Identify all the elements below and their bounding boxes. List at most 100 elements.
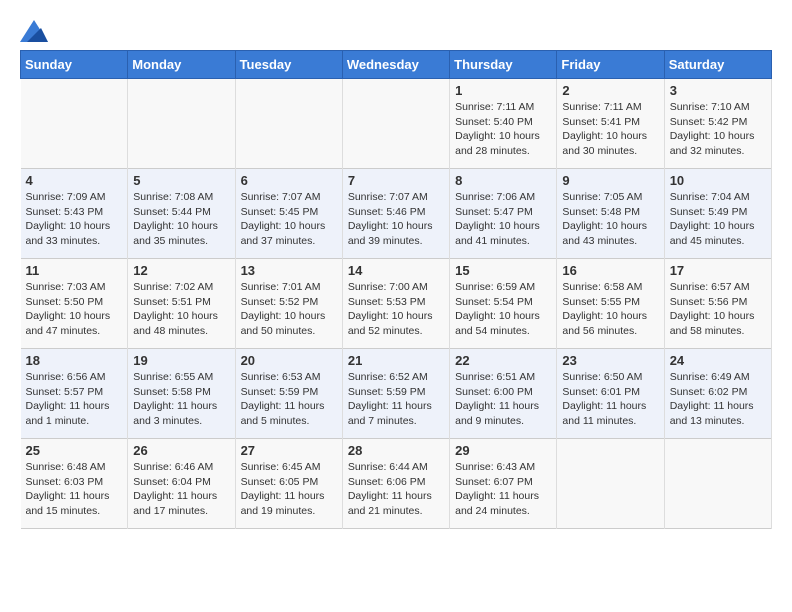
day-number: 18 <box>26 353 123 368</box>
day-info: Sunrise: 6:50 AM Sunset: 6:01 PM Dayligh… <box>562 370 658 429</box>
calendar-cell: 14 Sunrise: 7:00 AM Sunset: 5:53 PM Dayli… <box>342 259 449 349</box>
calendar-cell: 24 Sunrise: 6:49 AM Sunset: 6:02 PM Dayli… <box>664 349 771 439</box>
day-number: 5 <box>133 173 229 188</box>
day-number: 16 <box>562 263 658 278</box>
calendar-cell: 5 Sunrise: 7:08 AM Sunset: 5:44 PM Daylig… <box>128 169 235 259</box>
day-number: 4 <box>26 173 123 188</box>
day-number: 11 <box>26 263 123 278</box>
calendar-cell <box>128 79 235 169</box>
week-row-2: 4 Sunrise: 7:09 AM Sunset: 5:43 PM Daylig… <box>21 169 772 259</box>
calendar-cell: 21Sunrise: 6:52 AM Sunset: 5:59 PM Dayli… <box>342 349 449 439</box>
calendar-cell: 26 Sunrise: 6:46 AM Sunset: 6:04 PM Dayli… <box>128 439 235 529</box>
day-number: 7 <box>348 173 444 188</box>
calendar-table: SundayMondayTuesdayWednesdayThursdayFrid… <box>20 50 772 529</box>
calendar-cell: 10 Sunrise: 7:04 AM Sunset: 5:49 PM Dayli… <box>664 169 771 259</box>
day-info: Sunrise: 7:11 AM Sunset: 5:41 PM Dayligh… <box>562 100 658 159</box>
calendar-cell: 6 Sunrise: 7:07 AM Sunset: 5:45 PM Daylig… <box>235 169 342 259</box>
day-info: Sunrise: 7:10 AM Sunset: 5:42 PM Dayligh… <box>670 100 766 159</box>
header-monday: Monday <box>128 51 235 79</box>
calendar-cell <box>342 79 449 169</box>
calendar-header-row: SundayMondayTuesdayWednesdayThursdayFrid… <box>21 51 772 79</box>
week-row-5: 25 Sunrise: 6:48 AM Sunset: 6:03 PM Dayli… <box>21 439 772 529</box>
day-number: 10 <box>670 173 766 188</box>
calendar-cell: 9Sunrise: 7:05 AM Sunset: 5:48 PM Daylig… <box>557 169 664 259</box>
calendar-cell: 13 Sunrise: 7:01 AM Sunset: 5:52 PM Dayli… <box>235 259 342 349</box>
calendar-cell: 2 Sunrise: 7:11 AM Sunset: 5:41 PM Daylig… <box>557 79 664 169</box>
calendar-cell: 12 Sunrise: 7:02 AM Sunset: 5:51 PM Dayli… <box>128 259 235 349</box>
day-number: 25 <box>26 443 123 458</box>
logo <box>20 20 52 42</box>
week-row-4: 18 Sunrise: 6:56 AM Sunset: 5:57 PM Dayli… <box>21 349 772 439</box>
calendar-cell: 15 Sunrise: 6:59 AM Sunset: 5:54 PM Dayli… <box>450 259 557 349</box>
day-number: 13 <box>241 263 337 278</box>
day-info: Sunrise: 7:06 AM Sunset: 5:47 PM Dayligh… <box>455 190 551 249</box>
calendar-cell: 11 Sunrise: 7:03 AM Sunset: 5:50 PM Dayli… <box>21 259 128 349</box>
calendar-cell: 18 Sunrise: 6:56 AM Sunset: 5:57 PM Dayli… <box>21 349 128 439</box>
day-info: Sunrise: 7:07 AM Sunset: 5:46 PM Dayligh… <box>348 190 444 249</box>
day-info: Sunrise: 6:46 AM Sunset: 6:04 PM Dayligh… <box>133 460 229 519</box>
calendar-cell: 25 Sunrise: 6:48 AM Sunset: 6:03 PM Dayli… <box>21 439 128 529</box>
calendar-cell <box>21 79 128 169</box>
day-info: Sunrise: 7:08 AM Sunset: 5:44 PM Dayligh… <box>133 190 229 249</box>
day-info: Sunrise: 6:58 AM Sunset: 5:55 PM Dayligh… <box>562 280 658 339</box>
day-info: Sunrise: 6:59 AM Sunset: 5:54 PM Dayligh… <box>455 280 551 339</box>
calendar-cell <box>557 439 664 529</box>
day-info: Sunrise: 7:00 AM Sunset: 5:53 PM Dayligh… <box>348 280 444 339</box>
day-info: Sunrise: 6:43 AM Sunset: 6:07 PM Dayligh… <box>455 460 551 519</box>
day-number: 22 <box>455 353 551 368</box>
day-number: 29 <box>455 443 551 458</box>
calendar-cell: 1 Sunrise: 7:11 AM Sunset: 5:40 PM Daylig… <box>450 79 557 169</box>
week-row-3: 11 Sunrise: 7:03 AM Sunset: 5:50 PM Dayli… <box>21 259 772 349</box>
day-number: 6 <box>241 173 337 188</box>
day-info: Sunrise: 7:11 AM Sunset: 5:40 PM Dayligh… <box>455 100 551 159</box>
header <box>20 20 772 42</box>
day-number: 23 <box>562 353 658 368</box>
day-number: 28 <box>348 443 444 458</box>
calendar-cell: 20Sunrise: 6:53 AM Sunset: 5:59 PM Dayli… <box>235 349 342 439</box>
day-number: 19 <box>133 353 229 368</box>
calendar-cell: 27 Sunrise: 6:45 AM Sunset: 6:05 PM Dayli… <box>235 439 342 529</box>
logo-icon <box>20 20 48 42</box>
week-row-1: 1 Sunrise: 7:11 AM Sunset: 5:40 PM Daylig… <box>21 79 772 169</box>
day-info: Sunrise: 7:03 AM Sunset: 5:50 PM Dayligh… <box>26 280 123 339</box>
day-info: Sunrise: 7:01 AM Sunset: 5:52 PM Dayligh… <box>241 280 337 339</box>
day-info: Sunrise: 6:45 AM Sunset: 6:05 PM Dayligh… <box>241 460 337 519</box>
day-number: 3 <box>670 83 766 98</box>
calendar-cell <box>664 439 771 529</box>
header-saturday: Saturday <box>664 51 771 79</box>
day-number: 27 <box>241 443 337 458</box>
day-number: 15 <box>455 263 551 278</box>
calendar-cell: 19Sunrise: 6:55 AM Sunset: 5:58 PM Dayli… <box>128 349 235 439</box>
day-info: Sunrise: 7:02 AM Sunset: 5:51 PM Dayligh… <box>133 280 229 339</box>
day-info: Sunrise: 7:07 AM Sunset: 5:45 PM Dayligh… <box>241 190 337 249</box>
calendar-cell: 28Sunrise: 6:44 AM Sunset: 6:06 PM Dayli… <box>342 439 449 529</box>
header-tuesday: Tuesday <box>235 51 342 79</box>
day-info: Sunrise: 6:56 AM Sunset: 5:57 PM Dayligh… <box>26 370 123 429</box>
day-number: 24 <box>670 353 766 368</box>
day-number: 1 <box>455 83 551 98</box>
day-number: 21 <box>348 353 444 368</box>
day-info: Sunrise: 7:04 AM Sunset: 5:49 PM Dayligh… <box>670 190 766 249</box>
calendar-cell: 7 Sunrise: 7:07 AM Sunset: 5:46 PM Daylig… <box>342 169 449 259</box>
calendar-cell: 23 Sunrise: 6:50 AM Sunset: 6:01 PM Dayli… <box>557 349 664 439</box>
calendar-cell: 29 Sunrise: 6:43 AM Sunset: 6:07 PM Dayli… <box>450 439 557 529</box>
day-info: Sunrise: 6:49 AM Sunset: 6:02 PM Dayligh… <box>670 370 766 429</box>
day-number: 26 <box>133 443 229 458</box>
day-number: 12 <box>133 263 229 278</box>
day-info: Sunrise: 6:51 AM Sunset: 6:00 PM Dayligh… <box>455 370 551 429</box>
header-thursday: Thursday <box>450 51 557 79</box>
calendar-cell: 8 Sunrise: 7:06 AM Sunset: 5:47 PM Daylig… <box>450 169 557 259</box>
header-friday: Friday <box>557 51 664 79</box>
calendar-cell: 4 Sunrise: 7:09 AM Sunset: 5:43 PM Daylig… <box>21 169 128 259</box>
calendar-cell: 17 Sunrise: 6:57 AM Sunset: 5:56 PM Dayli… <box>664 259 771 349</box>
calendar-cell: 22 Sunrise: 6:51 AM Sunset: 6:00 PM Dayli… <box>450 349 557 439</box>
day-info: Sunrise: 6:48 AM Sunset: 6:03 PM Dayligh… <box>26 460 123 519</box>
day-number: 14 <box>348 263 444 278</box>
calendar-cell: 3 Sunrise: 7:10 AM Sunset: 5:42 PM Daylig… <box>664 79 771 169</box>
day-number: 2 <box>562 83 658 98</box>
day-number: 8 <box>455 173 551 188</box>
day-number: 17 <box>670 263 766 278</box>
day-number: 20 <box>241 353 337 368</box>
day-info: Sunrise: 6:57 AM Sunset: 5:56 PM Dayligh… <box>670 280 766 339</box>
day-info: Sunrise: 7:09 AM Sunset: 5:43 PM Dayligh… <box>26 190 123 249</box>
